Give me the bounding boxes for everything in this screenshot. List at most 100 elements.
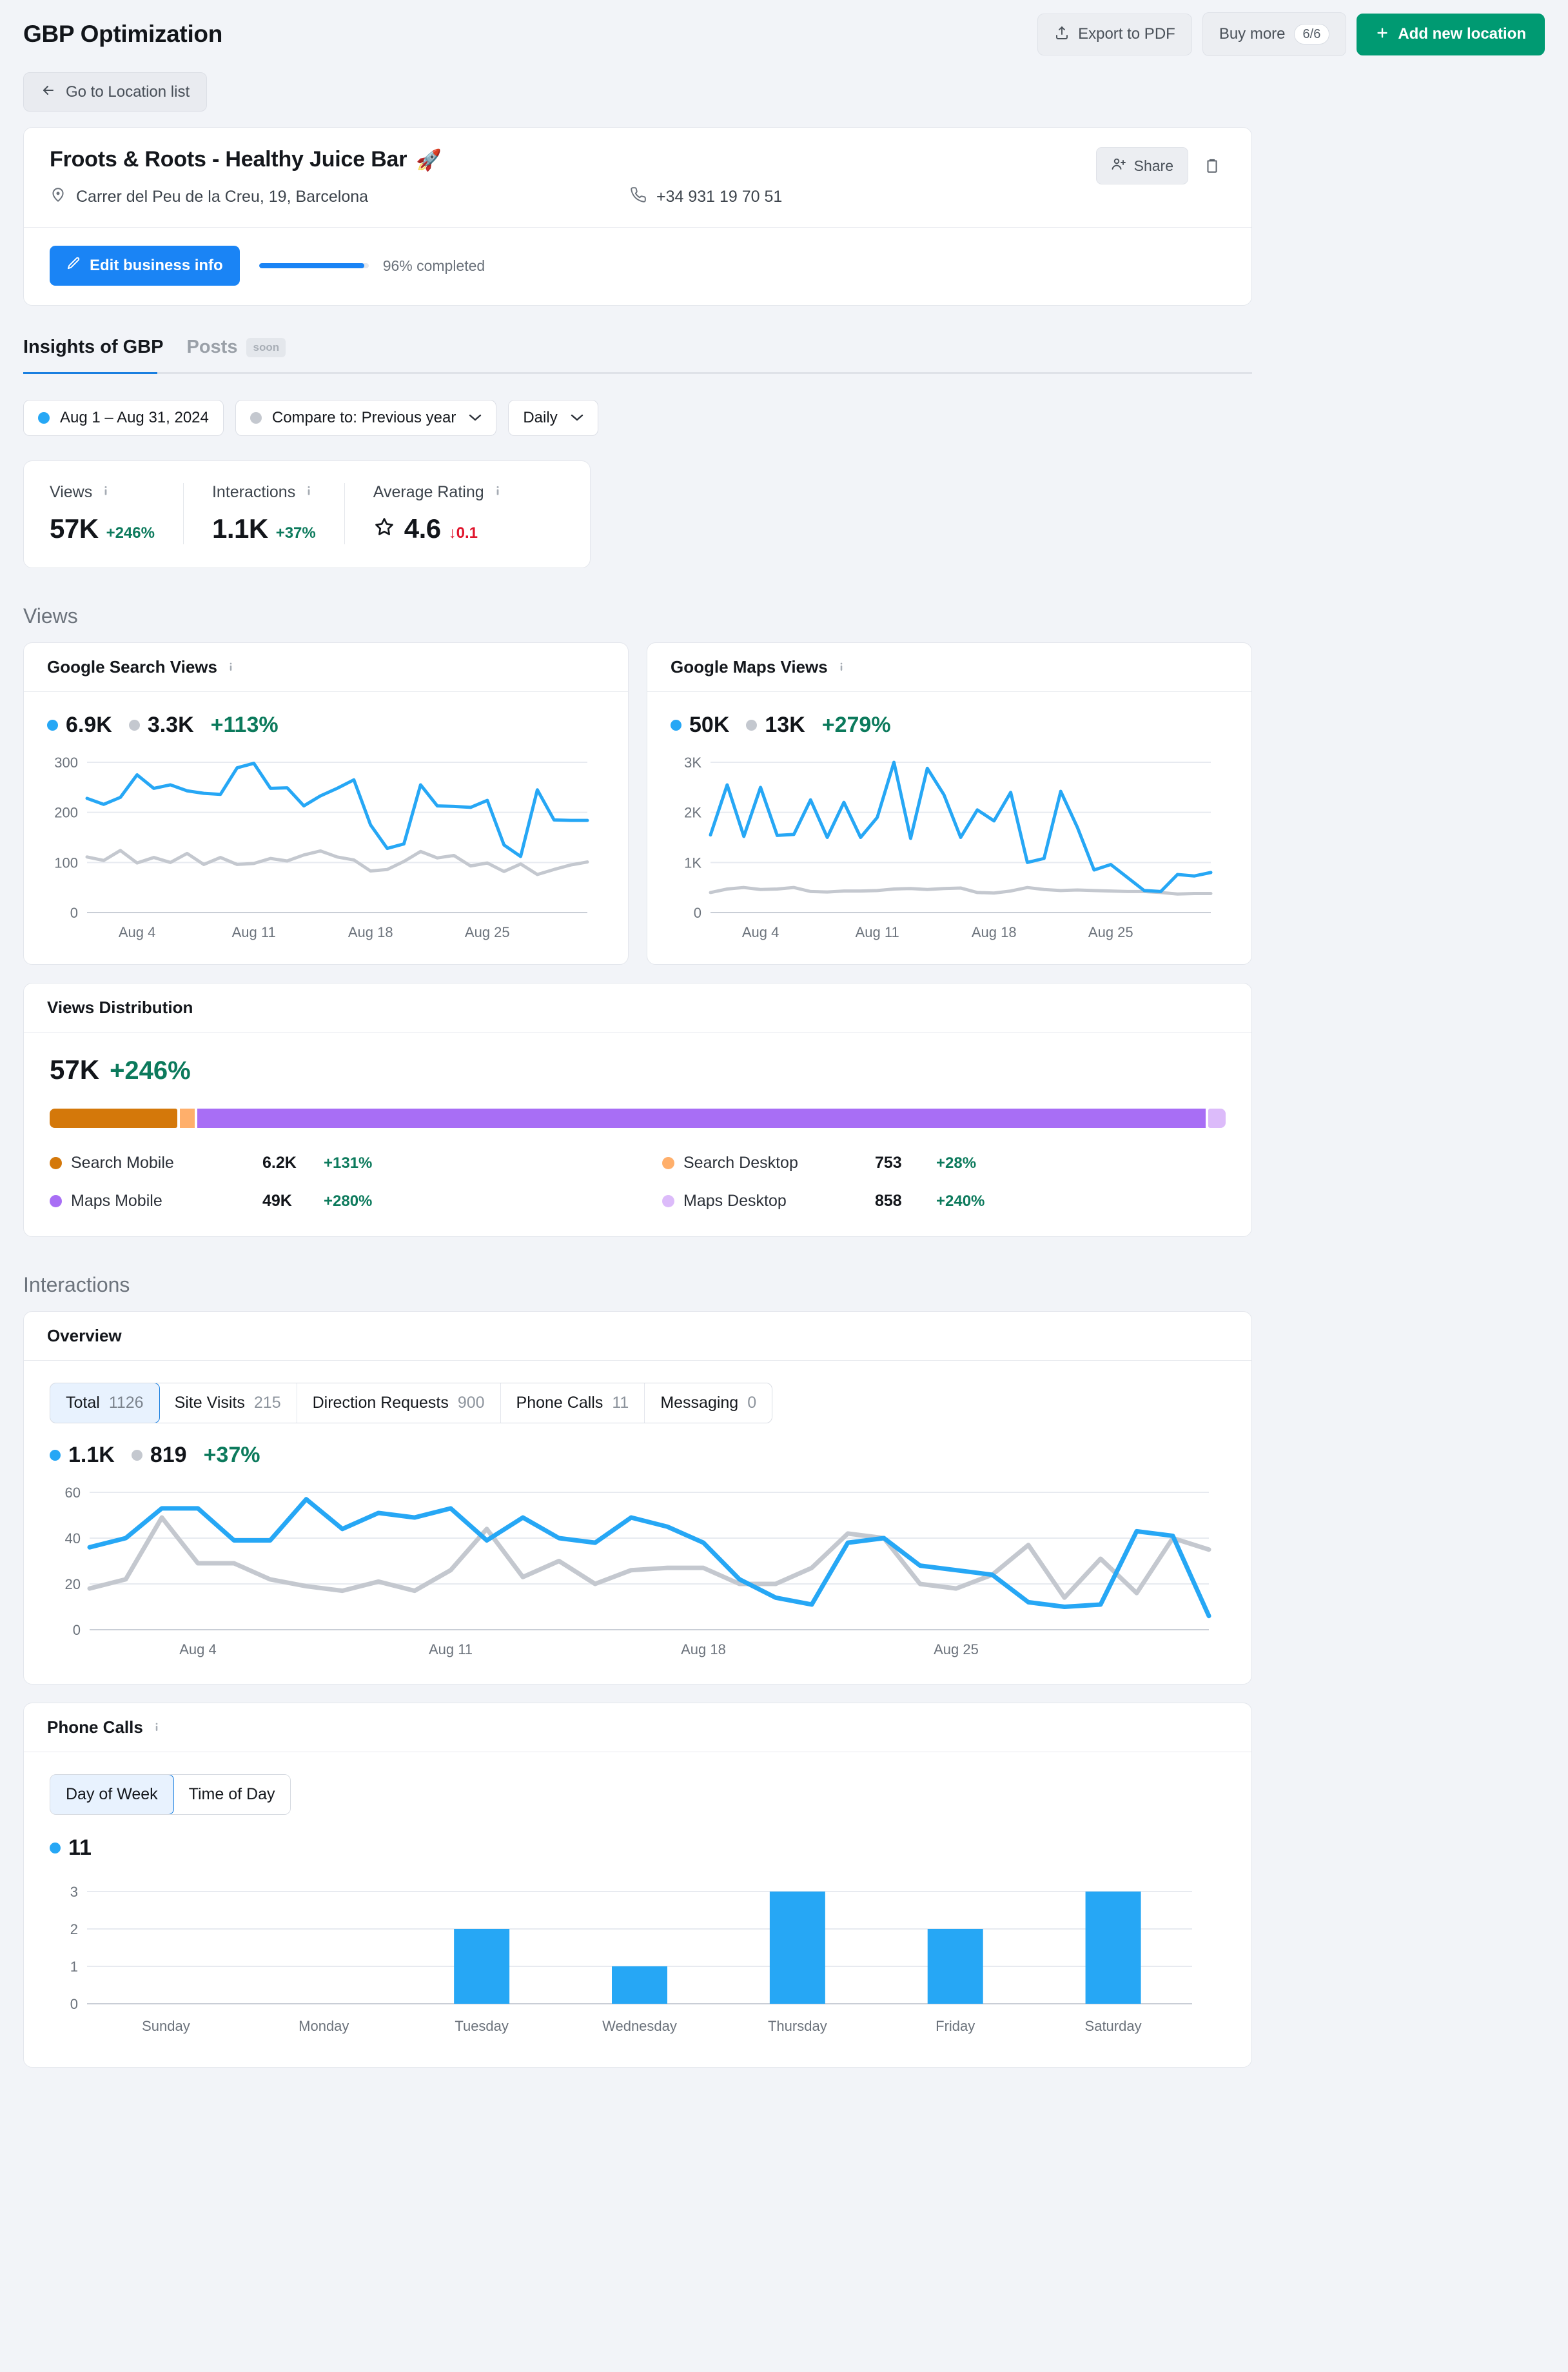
svg-text:Aug 18: Aug 18 bbox=[681, 1641, 726, 1657]
kpi-interactions-delta: +37% bbox=[275, 524, 316, 542]
phone-calls-title: Phone Calls bbox=[47, 1717, 143, 1737]
interactions-tab-site-visits[interactable]: Site Visits 215 bbox=[159, 1383, 297, 1423]
edit-business-info-button[interactable]: Edit business info bbox=[50, 246, 240, 286]
phone-calls-header: Phone Calls bbox=[24, 1703, 1251, 1752]
distribution-legend-value: 49K bbox=[262, 1192, 292, 1210]
interactions-overview-body: Total 1126 Site Visits 215 Direction Request… bbox=[24, 1361, 1251, 1684]
phone-calls-card: Phone Calls Day of Week Time of Day 11 0 1… bbox=[23, 1703, 1252, 2068]
go-to-location-list-button[interactable]: Go to Location list bbox=[23, 72, 208, 112]
google-search-views-title: Google Search Views bbox=[47, 657, 217, 677]
svg-text:3K: 3K bbox=[684, 756, 701, 771]
distribution-legend-name: Maps Mobile bbox=[50, 1192, 262, 1211]
compare-to-select[interactable]: Compare to: Previous year bbox=[235, 400, 497, 436]
delete-location-button[interactable] bbox=[1197, 151, 1227, 181]
share-label: Share bbox=[1133, 157, 1173, 174]
info-icon[interactable] bbox=[225, 657, 237, 677]
info-icon[interactable] bbox=[836, 657, 847, 677]
current-series-dot-icon bbox=[47, 720, 58, 731]
business-card-bottom: Edit business info 96% completed bbox=[24, 228, 1251, 305]
kpi-views-delta: +246% bbox=[106, 524, 155, 542]
add-new-location-button[interactable]: Add new location bbox=[1357, 13, 1545, 55]
legend-current: 1.1K bbox=[50, 1443, 115, 1468]
upload-icon bbox=[1054, 25, 1070, 44]
kpi-interactions: Interactions 1.1K +37% bbox=[182, 483, 344, 544]
info-icon[interactable] bbox=[302, 483, 315, 502]
go-to-location-list-label: Go to Location list bbox=[66, 83, 190, 101]
distribution-legend-value: 858 bbox=[875, 1192, 902, 1210]
distribution-legend-change: +131% bbox=[324, 1154, 373, 1172]
svg-text:Aug 18: Aug 18 bbox=[972, 924, 1017, 940]
plus-icon bbox=[1375, 26, 1389, 43]
distribution-segment bbox=[1208, 1109, 1226, 1128]
phone-calls-body: Day of Week Time of Day 11 0 1 2 3 Sunday Mond… bbox=[24, 1752, 1251, 2067]
svg-text:2K: 2K bbox=[684, 805, 701, 821]
edit-business-info-label: Edit business info bbox=[90, 257, 223, 274]
kpi-average-rating: Average Rating 4.6 ↓0.1 bbox=[344, 483, 533, 544]
back-row: Go to Location list bbox=[23, 72, 1545, 112]
compare-to-label: Compare to: Previous year bbox=[271, 409, 456, 426]
interactions-metric-tabs[interactable]: Total 1126 Site Visits 215 Direction Request… bbox=[50, 1383, 773, 1423]
svg-text:Aug 18: Aug 18 bbox=[348, 924, 393, 940]
tab-insights-of-gbp[interactable]: Insights of GBP bbox=[23, 337, 164, 372]
phone-calls-tab-time-of-day[interactable]: Time of Day bbox=[173, 1775, 291, 1814]
svg-text:Aug 11: Aug 11 bbox=[856, 924, 899, 940]
filters-row: Aug 1 – Aug 31, 2024 Compare to: Previou… bbox=[23, 400, 1545, 436]
distribution-total-value: 57K bbox=[50, 1054, 100, 1085]
progress-fill bbox=[259, 263, 364, 268]
search-views-current: 6.9K bbox=[66, 713, 112, 737]
tab-posts[interactable]: Posts bbox=[187, 337, 238, 372]
phone-calls-tab-day-of-week[interactable]: Day of Week bbox=[50, 1775, 174, 1814]
granularity-select[interactable]: Daily bbox=[508, 400, 598, 436]
progress-track bbox=[259, 263, 369, 268]
phone-calls-legend: 11 bbox=[50, 1835, 1226, 1861]
tab-count: 1126 bbox=[108, 1394, 144, 1412]
tabs-underline bbox=[23, 372, 1252, 374]
location-pin-icon bbox=[50, 186, 66, 208]
date-range-label: Aug 1 – Aug 31, 2024 bbox=[60, 409, 209, 426]
svg-text:20: 20 bbox=[65, 1576, 81, 1592]
legend-total: 11 bbox=[50, 1835, 92, 1861]
interactions-legend: 1.1K 819 +37% bbox=[50, 1443, 1226, 1468]
kpi-average-rating-label: Average Rating bbox=[373, 483, 484, 501]
chevron-down-icon bbox=[571, 411, 583, 425]
interactions-section-title: Interactions bbox=[23, 1273, 130, 1296]
kpi-interactions-label: Interactions bbox=[211, 483, 296, 501]
interactions-tab-total[interactable]: Total 1126 bbox=[50, 1383, 160, 1423]
interactions-tab-direction-requests[interactable]: Direction Requests 900 bbox=[297, 1383, 501, 1423]
export-to-pdf-button[interactable]: Export to PDF bbox=[1037, 13, 1192, 55]
tab-count: 900 bbox=[457, 1394, 485, 1412]
date-range-picker[interactable]: Aug 1 – Aug 31, 2024 bbox=[23, 400, 224, 436]
info-icon[interactable] bbox=[151, 1717, 162, 1737]
google-maps-views-chart: 0 1K 2K 3K Aug 4 Aug 11 Aug 18 Aug 25 bbox=[684, 756, 1213, 940]
distribution-legend: Search Mobile 6.2K +131% Search Desktop 753 +… bbox=[50, 1154, 1226, 1211]
interactions-overview-card: Overview Total 1126 Site Visits 215 Directio… bbox=[23, 1311, 1252, 1685]
business-name-text: Froots & Roots - Healthy Juice Bar bbox=[50, 147, 407, 172]
info-icon[interactable] bbox=[491, 483, 504, 502]
views-section-title: Views bbox=[23, 604, 78, 628]
phone-calls-view-tabs[interactable]: Day of Week Time of Day bbox=[50, 1774, 291, 1815]
interactions-tab-phone-calls[interactable]: Phone Calls 11 bbox=[500, 1383, 645, 1423]
share-button[interactable]: Share bbox=[1095, 147, 1188, 184]
google-search-views-card: Google Search Views 6.9K 3.3K +113% 0 10… bbox=[23, 642, 629, 965]
svg-text:1K: 1K bbox=[684, 855, 701, 871]
compare-period-dot-icon bbox=[250, 412, 262, 424]
svg-text:0: 0 bbox=[70, 905, 78, 921]
interactions-tab-messaging[interactable]: Messaging 0 bbox=[645, 1383, 772, 1423]
previous-series-dot-icon bbox=[128, 720, 140, 731]
kpi-interactions-label-wrap: Interactions bbox=[212, 483, 316, 502]
current-series-dot-icon bbox=[50, 1843, 61, 1853]
insights-tabs: Insights of GBP Posts soon bbox=[23, 337, 1252, 374]
tab-count: 215 bbox=[253, 1394, 281, 1412]
add-new-location-label: Add new location bbox=[1398, 25, 1526, 43]
svg-text:60: 60 bbox=[65, 1486, 81, 1501]
distribution-legend-change: +280% bbox=[324, 1192, 373, 1210]
kpi-average-rating-delta: ↓0.1 bbox=[448, 524, 478, 542]
distribution-legend-item: Maps Desktop 858 +240% bbox=[662, 1192, 1275, 1211]
svg-text:Friday: Friday bbox=[936, 2018, 975, 2034]
svg-text:1: 1 bbox=[70, 1959, 78, 1975]
svg-text:0: 0 bbox=[73, 1622, 81, 1638]
info-icon[interactable] bbox=[99, 483, 112, 502]
current-series-dot-icon bbox=[50, 1450, 61, 1461]
buy-more-button[interactable]: Buy more 6/6 bbox=[1202, 12, 1347, 56]
google-search-views-body: 6.9K 3.3K +113% 0 100 200 300 Aug 4 Aug 11 Aug… bbox=[24, 692, 628, 964]
